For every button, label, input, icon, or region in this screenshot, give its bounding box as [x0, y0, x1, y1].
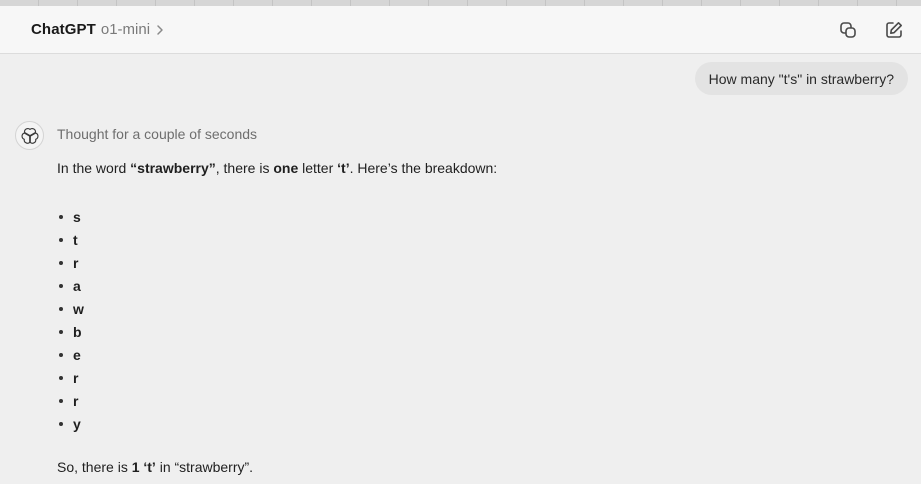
answer-intro: In the word “strawberry”, there is one l… [57, 159, 897, 177]
bullet-icon [59, 283, 63, 288]
list-item: e [57, 343, 897, 366]
letter: s [73, 208, 81, 225]
letter: r [73, 369, 79, 386]
assistant-answer: In the word “strawberry”, there is one l… [57, 159, 897, 435]
intro-text: . Here’s the breakdown: [349, 160, 498, 176]
letter: e [73, 346, 81, 363]
summary-count: 1 ‘t’ [131, 459, 156, 475]
bullet-icon [59, 352, 63, 357]
letter-list: s t r a w b e r r y [57, 205, 897, 435]
list-item: y [57, 412, 897, 435]
intro-word: “strawberry” [130, 160, 216, 176]
intro-letter: ‘t’ [337, 160, 350, 176]
letter: r [73, 392, 79, 409]
model-selector[interactable]: ChatGPT o1-mini [31, 21, 165, 38]
intro-count: one [273, 160, 299, 176]
app-name: ChatGPT [31, 21, 96, 38]
list-item: b [57, 320, 897, 343]
thought-duration[interactable]: Thought for a couple of seconds [57, 126, 257, 142]
list-item: t [57, 228, 897, 251]
copy-icon [840, 22, 856, 38]
list-item: r [57, 251, 897, 274]
list-item: w [57, 297, 897, 320]
summary-text: in “strawberry”. [155, 459, 254, 475]
list-item: a [57, 274, 897, 297]
chevron-right-icon [157, 24, 163, 35]
openai-logo-icon [21, 127, 38, 144]
bullet-icon [59, 329, 63, 334]
list-item: s [57, 205, 897, 228]
letter: a [73, 277, 81, 294]
user-message-text: How many "t's" in strawberry? [708, 70, 894, 87]
intro-text: letter [298, 160, 338, 176]
list-item: r [57, 389, 897, 412]
bullet-icon [59, 214, 63, 219]
bullet-icon [59, 260, 63, 265]
new-chat-button[interactable] [883, 19, 905, 41]
answer-summary: So, there is 1 ‘t’ in “strawberry”. [57, 459, 253, 475]
chat-header: ChatGPT o1-mini [0, 6, 921, 54]
model-name: o1-mini [100, 21, 151, 38]
bullet-icon [59, 237, 63, 242]
user-message-bubble: How many "t's" in strawberry? [694, 62, 908, 95]
list-item: r [57, 366, 897, 389]
letter: y [73, 415, 81, 432]
intro-text: In the word [57, 160, 131, 176]
letter: w [73, 300, 84, 317]
edit-icon [886, 22, 902, 38]
assistant-avatar [15, 121, 44, 150]
bullet-icon [59, 398, 63, 403]
bullet-icon [59, 306, 63, 311]
bullet-icon [59, 375, 63, 380]
letter: r [73, 254, 79, 271]
intro-text: , there is [215, 160, 274, 176]
letter: b [73, 323, 82, 340]
summary-text: So, there is [57, 459, 132, 475]
letter: t [73, 231, 78, 248]
copy-button[interactable] [837, 19, 859, 41]
conversation: How many "t's" in strawberry? Thought fo… [0, 55, 921, 484]
bullet-icon [59, 421, 63, 426]
